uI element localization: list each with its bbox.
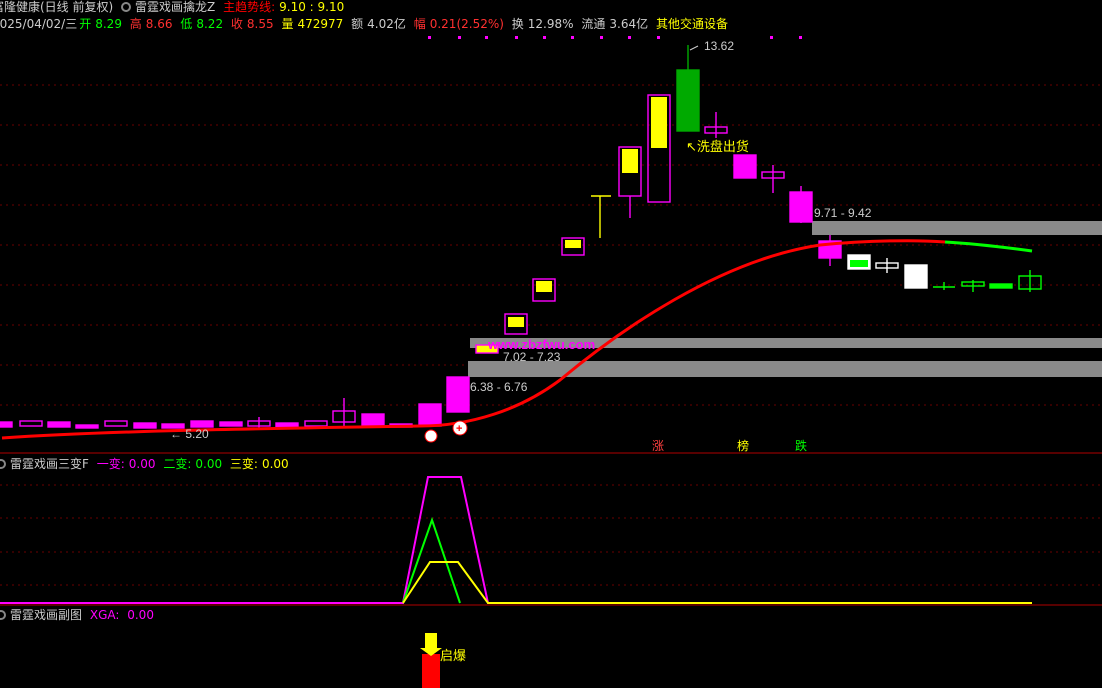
watermark: www.zbzfwu.com: [487, 337, 595, 352]
signal-dot: [458, 36, 461, 39]
panel3-header: 雷霆戏画副图 XGA: 0.00: [0, 607, 158, 623]
zone-label-1: 9.71 - 9.42: [814, 206, 872, 220]
signal-dot: [799, 36, 802, 39]
candle: [989, 283, 1013, 289]
plus-glyph: +: [456, 423, 462, 435]
candle-fill: [508, 317, 524, 327]
settings-gear-icon[interactable]: [0, 610, 6, 620]
candle-fill: [536, 281, 552, 292]
tag-list: 榜: [737, 438, 749, 453]
panel3-name[interactable]: 雷霆戏画副图: [10, 608, 82, 622]
candle: [361, 413, 385, 426]
panel2-name[interactable]: 雷霆戏画三变F: [10, 457, 89, 471]
candle: [75, 424, 99, 429]
line-variant-3: [402, 561, 1032, 604]
candle: [219, 421, 243, 427]
signal-circle-icon: [424, 429, 438, 443]
line-variant-1: [0, 476, 1032, 604]
ignite-bar: [422, 654, 440, 688]
signal-dot: [571, 36, 574, 39]
zone-bar-1: [812, 221, 1102, 235]
candle: [0, 421, 13, 428]
variant1-label: 一变:: [96, 457, 125, 471]
candle: [733, 154, 757, 179]
candle: [418, 403, 442, 427]
candle: [47, 421, 71, 428]
candle: [446, 376, 470, 413]
zone-bar-3: [468, 361, 1102, 377]
candle-fill: [622, 149, 638, 173]
low-marker-label: ← 5.20: [170, 427, 209, 441]
candle: [304, 420, 328, 427]
ignite-label: 启爆: [440, 649, 466, 664]
ignite-arrow-icon: [420, 633, 442, 656]
tag-rise: 涨: [652, 438, 664, 453]
signal-dot: [628, 36, 631, 39]
xga-label: XGA:: [89, 608, 120, 622]
variant2-value: 0.00: [195, 457, 223, 471]
zone-label-2: 7.02 - 7.23: [503, 350, 561, 364]
pressure-zones: [468, 221, 1102, 377]
candle-fill: [850, 260, 868, 267]
settings-gear-icon[interactable]: [0, 459, 6, 469]
variant3-value: 0.00: [261, 457, 289, 471]
variant2-label: 二变:: [163, 457, 192, 471]
candle: [104, 420, 128, 427]
candle: [676, 69, 700, 132]
variant1-value: 0.00: [128, 457, 156, 471]
candle: [904, 264, 928, 289]
signal-dots: [428, 36, 802, 39]
zone-label-3: 6.38 - 6.76: [470, 380, 528, 394]
signal-dot: [428, 36, 431, 39]
candle: [133, 422, 157, 429]
signal-dot: [515, 36, 518, 39]
panel2-header: 雷霆戏画三变F 一变: 0.00 二变: 0.00 三变: 0.00: [0, 456, 293, 472]
signal-dot: [485, 36, 488, 39]
candle-fill: [565, 240, 581, 248]
candle: [275, 422, 299, 428]
main-grid: [0, 84, 1102, 586]
variant3-label: 三变:: [229, 457, 258, 471]
signal-dot: [543, 36, 546, 39]
signal-dot: [600, 36, 603, 39]
candle-fill: [651, 97, 667, 148]
candle: [19, 420, 43, 427]
tag-fall: 跌: [795, 438, 807, 453]
wash-signal-label: ↖洗盘出货: [686, 139, 749, 155]
signal-dot: [770, 36, 773, 39]
trend-line-green: [944, 240, 1033, 253]
xga-value: 0.00: [127, 608, 154, 622]
candle: [789, 191, 813, 223]
kline-chart[interactable]: 13.62 ← 5.20 ↖洗盘出货 9.71 - 9.42 7.02 - 7.…: [0, 0, 1102, 688]
high-marker-arrow: [689, 45, 699, 51]
high-marker-label: 13.62: [704, 39, 734, 53]
signal-dot: [657, 36, 660, 39]
